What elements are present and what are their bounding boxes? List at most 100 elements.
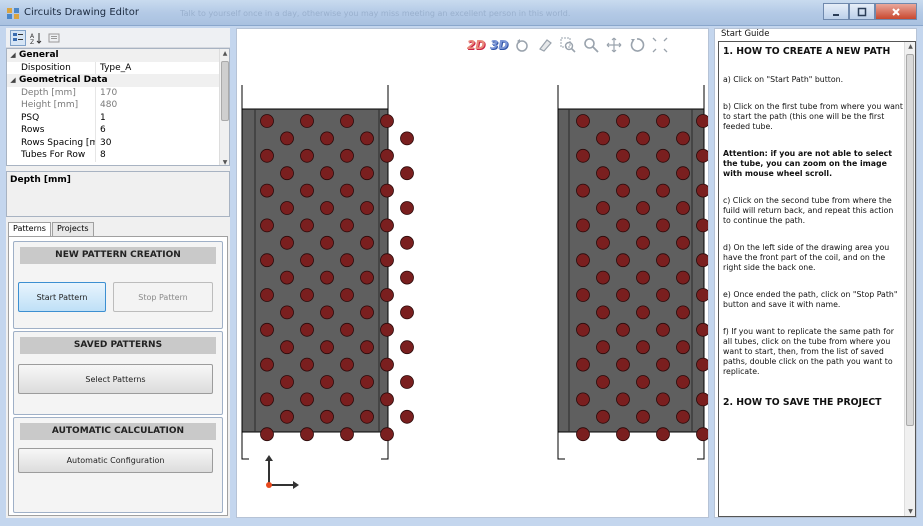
alphabetical-button[interactable]: A Z [28,30,44,46]
tube[interactable] [400,201,414,215]
scroll-up-icon[interactable]: ▲ [220,50,229,57]
tube[interactable] [300,427,314,442]
tube[interactable] [380,218,394,233]
tube[interactable] [656,148,670,163]
property-value[interactable]: 30 [95,136,111,149]
tube[interactable] [340,114,354,128]
tube[interactable] [380,322,394,337]
select-patterns-button[interactable]: Select Patterns [18,364,213,394]
tube[interactable] [360,340,374,355]
property-value[interactable]: 8 [95,149,106,162]
tube[interactable] [400,235,414,250]
tube[interactable] [300,392,314,407]
tube[interactable] [676,270,690,285]
tube[interactable] [280,270,294,285]
property-value[interactable]: Type_A [95,61,131,74]
automatic-configuration-button[interactable]: Automatic Configuration [18,448,213,473]
tube[interactable] [656,183,670,198]
tube[interactable] [300,253,314,268]
start-guide-content[interactable]: 1. HOW TO CREATE A NEW PATH a) Click on … [718,41,916,517]
tube[interactable] [616,218,630,233]
property-row[interactable]: Tubes For Row 8 [7,149,229,162]
tube[interactable] [380,427,394,442]
tube[interactable] [656,288,670,302]
tube[interactable] [656,427,670,442]
tube[interactable] [260,183,274,198]
property-row[interactable]: Depth [mm] 170 [7,86,229,99]
tube[interactable] [280,131,294,146]
tube[interactable] [636,166,650,181]
tube[interactable] [360,235,374,250]
tube[interactable] [656,392,670,407]
tube[interactable] [676,375,690,389]
tube[interactable] [656,253,670,268]
tube[interactable] [300,218,314,233]
tube[interactable] [676,131,690,146]
tube[interactable] [596,340,610,355]
tube[interactable] [676,201,690,215]
tube[interactable] [576,218,590,233]
tube[interactable] [616,427,630,442]
tube[interactable] [280,305,294,320]
collapse-icon[interactable]: ◢ [7,74,19,87]
tube[interactable] [320,131,334,146]
tube[interactable] [576,427,590,442]
tube[interactable] [260,357,274,372]
tube[interactable] [280,166,294,181]
scroll-up-icon[interactable]: ▲ [905,43,915,50]
tube[interactable] [400,409,414,424]
tube[interactable] [380,288,394,302]
tube[interactable] [596,305,610,320]
tube[interactable] [596,409,610,424]
tube[interactable] [340,253,354,268]
tube[interactable] [260,148,274,163]
tube[interactable] [576,183,590,198]
tube[interactable] [576,288,590,302]
tube[interactable] [380,114,394,128]
tube[interactable] [676,340,690,355]
property-value[interactable]: 1 [95,111,106,124]
tube[interactable] [696,288,709,302]
scrollbar-thumb[interactable] [221,61,229,121]
scroll-down-icon[interactable]: ▼ [905,508,915,515]
tube[interactable] [696,322,709,337]
property-grid-scrollbar[interactable]: ▲ ▼ [219,49,229,165]
tube[interactable] [616,183,630,198]
tube[interactable] [636,270,650,285]
tube[interactable] [576,148,590,163]
tube[interactable] [340,357,354,372]
tube[interactable] [300,114,314,128]
tube[interactable] [400,131,414,146]
tube[interactable] [676,305,690,320]
tube[interactable] [656,218,670,233]
tube[interactable] [400,166,414,181]
tube[interactable] [360,409,374,424]
tube[interactable] [576,357,590,372]
scrollbar-thumb[interactable] [906,54,914,426]
tube[interactable] [596,201,610,215]
tube[interactable] [596,375,610,389]
property-row[interactable]: Disposition Type_A [7,61,229,74]
tube[interactable] [636,131,650,146]
tube[interactable] [696,218,709,233]
tube[interactable] [340,322,354,337]
tube[interactable] [260,114,274,128]
tube[interactable] [360,375,374,389]
guide-scrollbar[interactable]: ▲ ▼ [904,42,915,516]
tube[interactable] [340,427,354,442]
tube[interactable] [656,357,670,372]
property-value[interactable]: 480 [95,99,117,112]
tube[interactable] [400,340,414,355]
tube[interactable] [380,183,394,198]
tube[interactable] [576,114,590,128]
tube[interactable] [280,409,294,424]
tube[interactable] [636,375,650,389]
tube[interactable] [696,148,709,163]
tube[interactable] [636,235,650,250]
tube[interactable] [400,305,414,320]
tube[interactable] [300,322,314,337]
tube[interactable] [360,131,374,146]
tab-projects[interactable]: Projects [51,222,94,236]
tube[interactable] [340,288,354,302]
tube[interactable] [340,183,354,198]
